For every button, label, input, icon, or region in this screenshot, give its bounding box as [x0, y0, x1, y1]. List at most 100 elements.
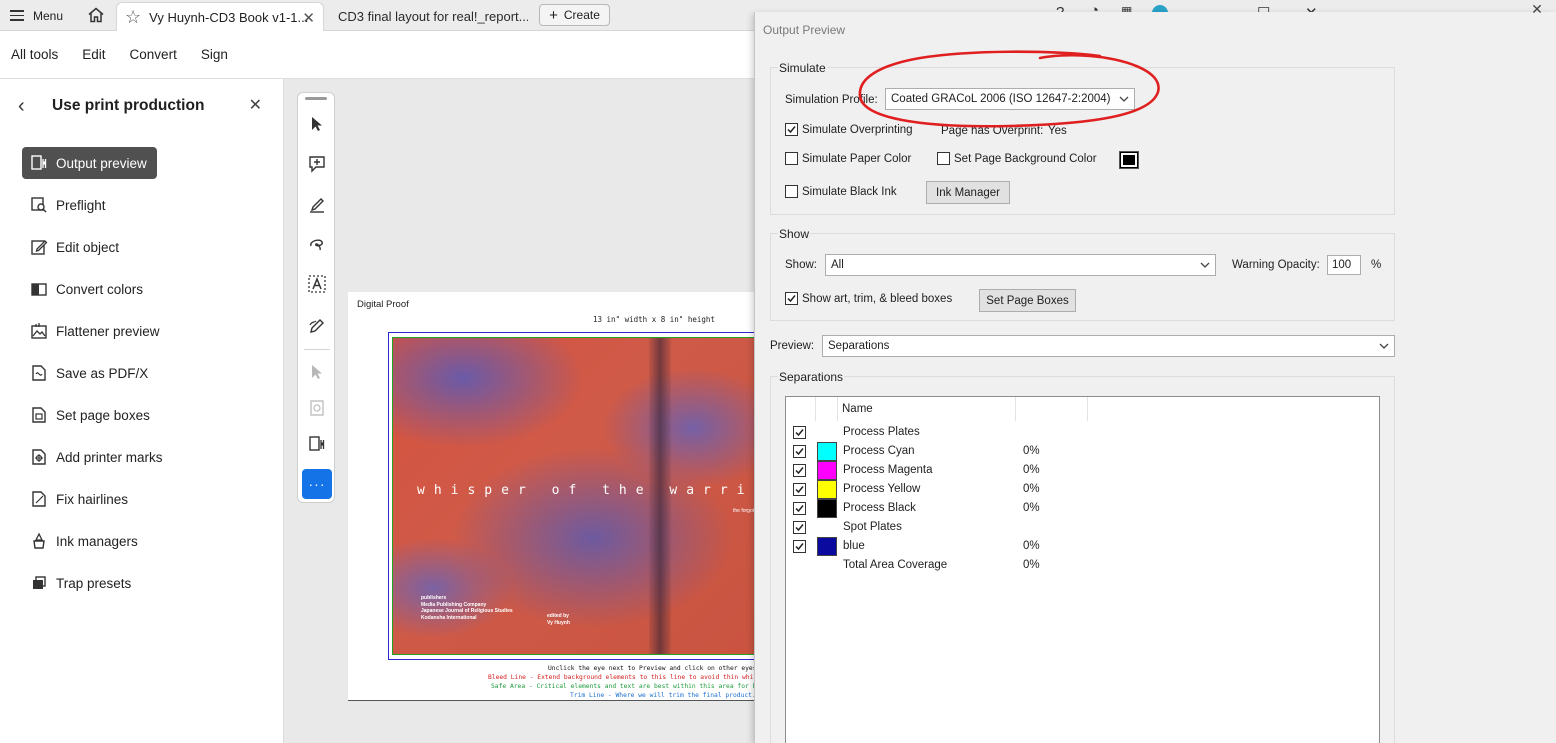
- preview-dropdown[interactable]: Separations: [822, 335, 1395, 357]
- select-tool-button[interactable]: [302, 109, 332, 139]
- draw-button[interactable]: [302, 229, 332, 259]
- tab-active-document[interactable]: ☆ Vy Huynh-CD3 Book v1-1... ✕: [116, 2, 324, 31]
- show-dropdown[interactable]: All: [825, 254, 1216, 276]
- cover-editor: edited by Vy Huynh: [547, 613, 570, 626]
- menu-bar: All tools Edit Convert Sign: [0, 31, 760, 79]
- convert-colors-icon: [30, 280, 48, 298]
- menu-convert[interactable]: Convert: [130, 47, 177, 62]
- publisher-line: Kodansha International: [421, 614, 477, 621]
- background-color-swatch[interactable]: [1119, 151, 1139, 169]
- cover-title: whisper of the warrio: [417, 483, 764, 498]
- checkbox-box: [785, 185, 798, 198]
- highlight-button[interactable]: [302, 189, 332, 219]
- show-value: All: [831, 259, 844, 271]
- tab-title: CD3 final layout for real!_report...: [338, 9, 528, 24]
- close-tab-icon[interactable]: ✕: [302, 9, 315, 27]
- cyan-swatch: [817, 442, 837, 461]
- tool-preflight[interactable]: Preflight: [22, 189, 106, 221]
- header-name[interactable]: Name: [838, 397, 1016, 421]
- text-box-button[interactable]: [302, 269, 332, 299]
- row-checkbox[interactable]: [793, 521, 806, 534]
- cursor-icon: [312, 365, 322, 379]
- checkbox-box: [785, 152, 798, 165]
- note-instruction: Unclick the eye next to Preview and clic…: [548, 665, 784, 672]
- warning-opacity-input[interactable]: 100: [1327, 255, 1361, 275]
- percent-label: %: [1371, 259, 1382, 271]
- show-boxes-checkbox[interactable]: Show art, trim, & bleed boxes: [785, 292, 952, 305]
- home-button[interactable]: [84, 4, 108, 26]
- back-arrow-icon[interactable]: ‹: [18, 95, 52, 118]
- separations-group-label: Separations: [778, 370, 845, 384]
- checkbox-label: Simulate Black Ink: [802, 185, 897, 198]
- add-printer-marks-icon: [30, 448, 48, 466]
- more-tools-button[interactable]: ···: [302, 469, 332, 499]
- save-pdfx-icon: [30, 364, 48, 382]
- set-page-boxes-button[interactable]: Set Page Boxes: [979, 289, 1076, 312]
- sign-button[interactable]: [302, 309, 332, 339]
- create-button[interactable]: + Create: [539, 4, 610, 26]
- magenta-swatch: [817, 461, 837, 480]
- tool-label: Set page boxes: [56, 407, 150, 423]
- tool-label: Fix hairlines: [56, 491, 129, 507]
- row-checkbox[interactable]: [793, 445, 806, 458]
- tool-convert-colors[interactable]: Convert colors: [22, 273, 143, 305]
- simulate-overprinting-checkbox[interactable]: Simulate Overprinting: [785, 123, 913, 136]
- create-label: Create: [563, 8, 600, 22]
- editor-line: edited by: [547, 613, 569, 619]
- dialog-close-icon[interactable]: ✕: [1517, 0, 1556, 18]
- separation-row: Process Yellow 0%: [786, 480, 1379, 499]
- tool-edit-object[interactable]: Edit object: [22, 231, 119, 263]
- preview-value: Separations: [828, 340, 890, 352]
- tool-save-pdfx[interactable]: Save as PDF/X: [22, 357, 148, 389]
- row-checkbox[interactable]: [793, 426, 806, 439]
- fix-hairlines-icon: [30, 490, 48, 508]
- menu-button[interactable]: Menu: [10, 5, 63, 26]
- separation-name: Process Magenta: [843, 464, 933, 476]
- simulate-black-ink-checkbox[interactable]: Simulate Black Ink: [785, 185, 897, 198]
- page-background-color-checkbox[interactable]: Set Page Background Color: [937, 152, 1097, 165]
- drag-handle[interactable]: [305, 97, 327, 100]
- tool-flattener-preview[interactable]: Flattener preview: [22, 315, 160, 347]
- separation-row: blue 0%: [786, 537, 1379, 556]
- tool-fix-hairlines[interactable]: Fix hairlines: [22, 483, 128, 515]
- document-page: Digital Proof 13 in" width x 8 in" heigh…: [348, 292, 795, 701]
- star-icon[interactable]: ☆: [125, 7, 141, 28]
- header-name-label: Name: [842, 403, 873, 415]
- separation-name: Process Yellow: [843, 483, 921, 495]
- simulation-profile-dropdown[interactable]: Coated GRACoL 2006 (ISO 12647-2:2004): [885, 88, 1135, 110]
- checkbox-box: [937, 152, 950, 165]
- page-overprint-value: Yes: [1048, 125, 1067, 137]
- separation-value: 0%: [1023, 464, 1040, 476]
- ink-manager-button[interactable]: Ink Manager: [926, 181, 1010, 204]
- checkbox-label: Simulate Overprinting: [802, 123, 913, 136]
- row-checkbox[interactable]: [793, 502, 806, 515]
- separation-name: Process Plates: [843, 426, 920, 438]
- output-preview-quick-button[interactable]: [302, 429, 332, 459]
- row-checkbox[interactable]: [793, 464, 806, 477]
- print-production-panel: ‹ Use print production ✕ Output preview …: [0, 79, 284, 743]
- tool-label: Preflight: [56, 197, 106, 213]
- menu-sign[interactable]: Sign: [201, 47, 228, 62]
- row-checkbox[interactable]: [793, 540, 806, 553]
- tool-ink-managers[interactable]: Ink managers: [22, 525, 138, 557]
- tool-label: Convert colors: [56, 281, 144, 297]
- tool-set-page-boxes[interactable]: Set page boxes: [22, 399, 150, 431]
- separation-name: Total Area Coverage: [843, 559, 948, 571]
- menu-all-tools[interactable]: All tools: [11, 47, 58, 62]
- tab-other-document[interactable]: CD3 final layout for real!_report...: [328, 2, 528, 31]
- close-panel-icon[interactable]: ✕: [249, 95, 262, 115]
- quick-tools-strip: ···: [297, 92, 335, 503]
- add-comment-button[interactable]: [302, 149, 332, 179]
- tool-label: Save as PDF/X: [56, 365, 149, 381]
- tool-output-preview[interactable]: Output preview: [22, 147, 157, 179]
- separation-value: 0%: [1023, 559, 1040, 571]
- tool-add-printer-marks[interactable]: Add printer marks: [22, 441, 163, 473]
- row-checkbox[interactable]: [793, 483, 806, 496]
- separation-row: Process Black 0%: [786, 499, 1379, 518]
- menu-edit[interactable]: Edit: [82, 47, 105, 62]
- edit-object-icon: [30, 238, 48, 256]
- simulate-paper-color-checkbox[interactable]: Simulate Paper Color: [785, 152, 911, 165]
- plus-icon: +: [549, 6, 558, 24]
- zoom-disabled-button: [302, 393, 332, 423]
- tool-trap-presets[interactable]: Trap presets: [22, 567, 131, 599]
